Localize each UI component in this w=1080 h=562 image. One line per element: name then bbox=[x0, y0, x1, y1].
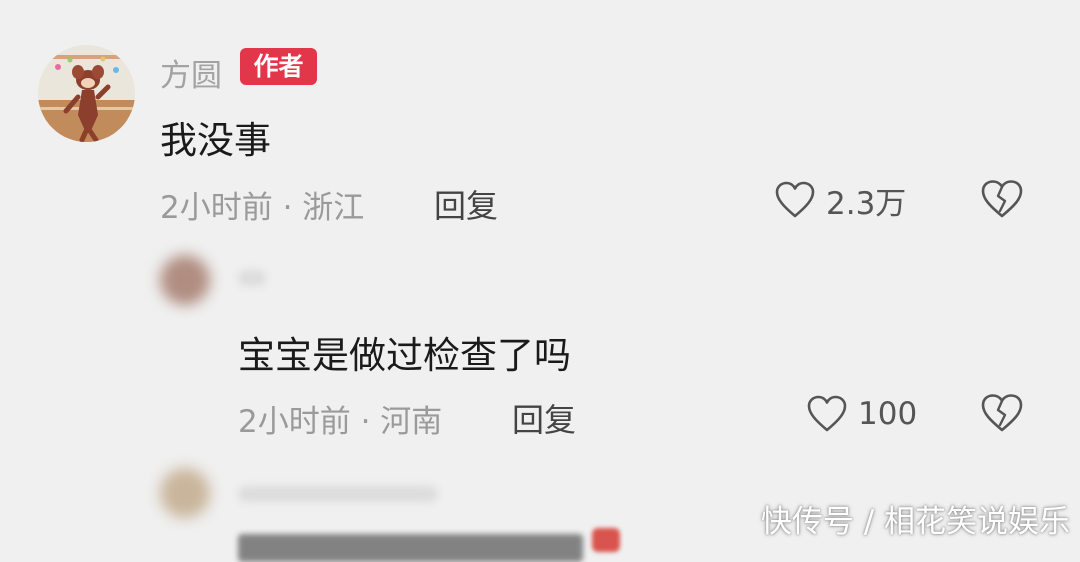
comment-text: 宝宝是做过检查了吗 bbox=[238, 334, 571, 377]
cartoon-avatar-icon bbox=[38, 45, 135, 142]
dislike-button[interactable] bbox=[980, 178, 1024, 222]
avatar[interactable] bbox=[38, 45, 135, 142]
comment-meta: 2小时前 · 河南 bbox=[238, 404, 443, 440]
like-button[interactable]: 2.3万 bbox=[774, 178, 906, 222]
sticker-icon bbox=[592, 528, 620, 552]
reply-button[interactable]: 回复 bbox=[512, 395, 576, 441]
reply-button[interactable]: 回复 bbox=[434, 181, 498, 227]
author-badge: 作者 bbox=[240, 48, 317, 85]
like-count: 2.3万 bbox=[826, 185, 907, 222]
heart-outline-icon bbox=[807, 395, 847, 432]
avatar[interactable] bbox=[160, 468, 210, 518]
username-blurred bbox=[238, 270, 266, 286]
username[interactable]: 方圆 bbox=[160, 50, 222, 95]
comment-text-blurred bbox=[238, 534, 583, 562]
heart-outline-icon bbox=[775, 181, 815, 218]
like-count: 100 bbox=[858, 396, 918, 432]
username-blurred bbox=[238, 486, 438, 502]
comment-meta: 2小时前 · 浙江 bbox=[160, 190, 365, 226]
dislike-button[interactable] bbox=[980, 392, 1024, 436]
broken-heart-icon bbox=[981, 180, 1023, 218]
like-button[interactable]: 100 bbox=[806, 392, 917, 436]
broken-heart-icon bbox=[981, 394, 1023, 432]
avatar[interactable] bbox=[160, 255, 210, 305]
comment-text: 我没事 bbox=[160, 119, 271, 162]
watermark: 快传号 / 相花笑说娱乐 bbox=[760, 504, 1070, 540]
